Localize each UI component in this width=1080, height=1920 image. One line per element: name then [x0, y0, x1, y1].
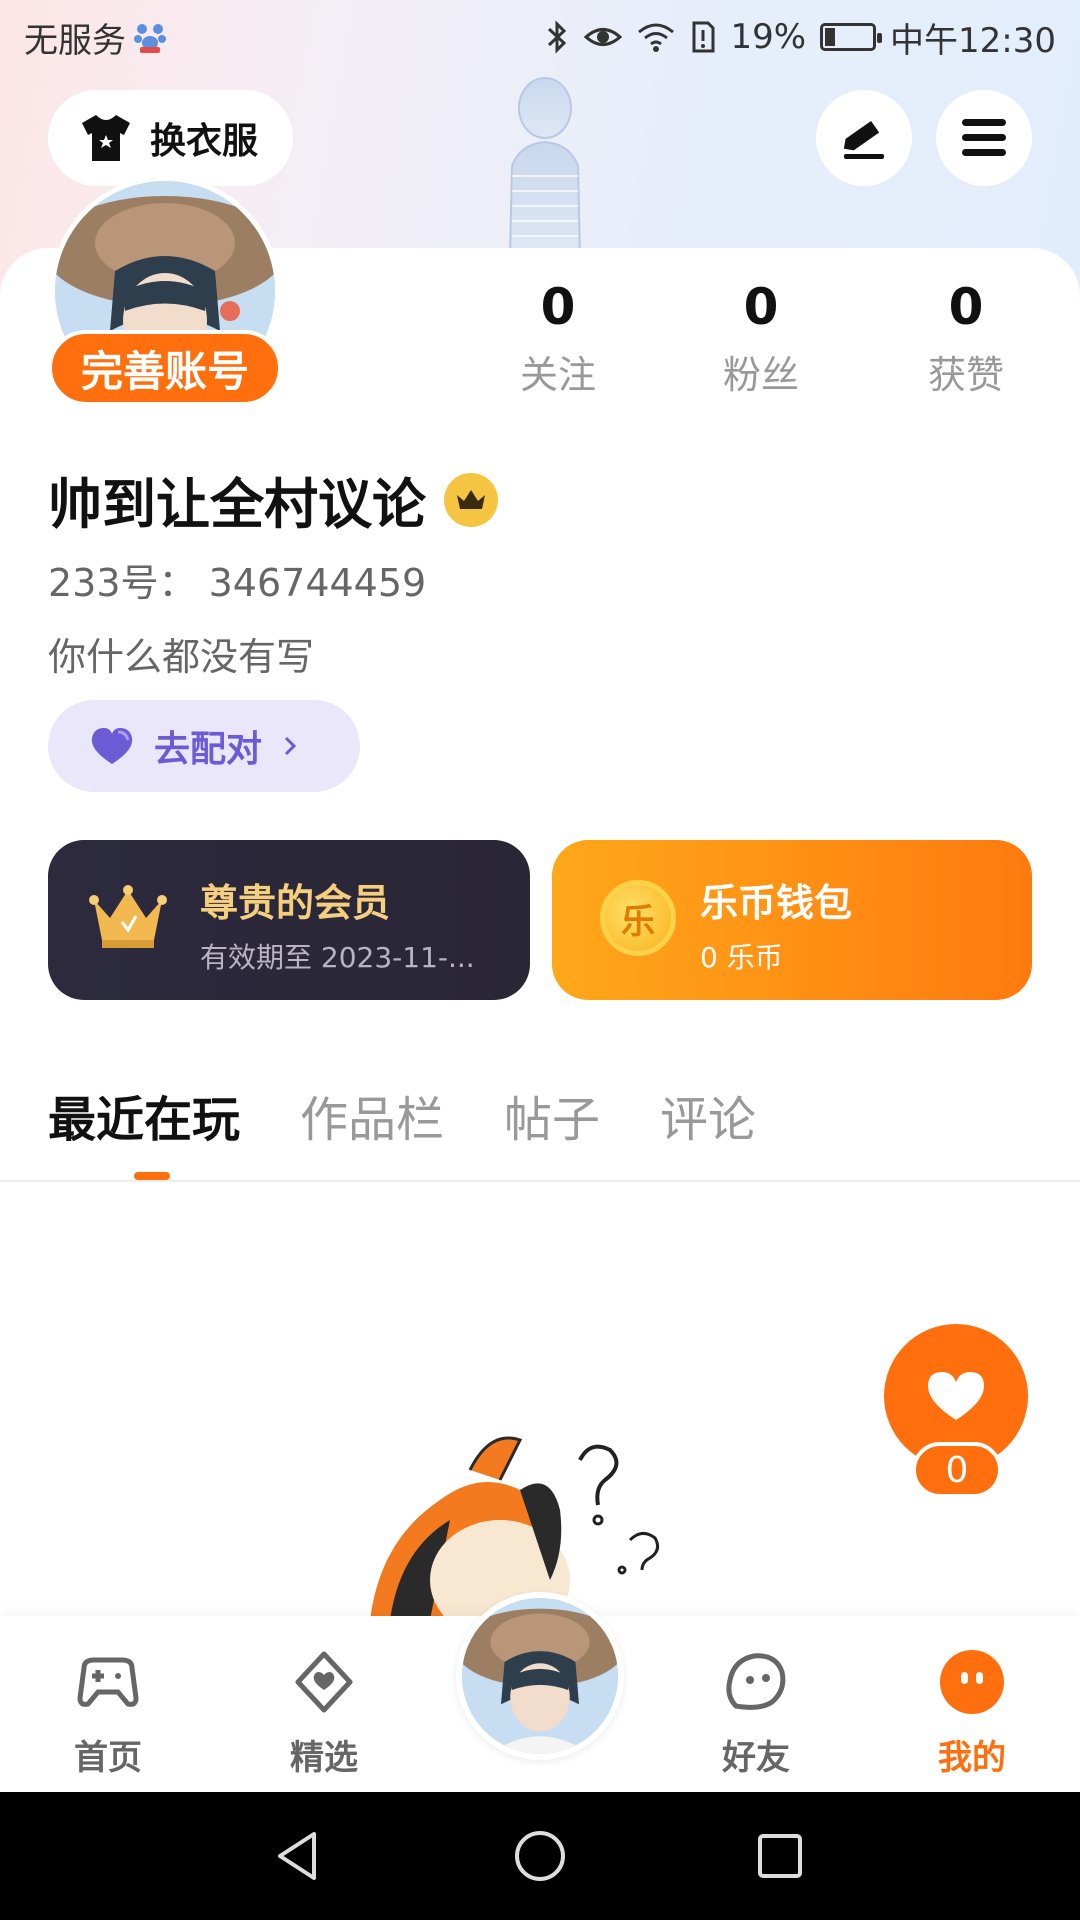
following-count: 0 — [540, 278, 576, 336]
wallet-title: 乐币钱包 — [700, 881, 853, 925]
user-id: 233号： 346744459 — [48, 561, 427, 605]
bluetooth-icon — [548, 20, 567, 54]
content-tabs: 最近在玩 作品栏 帖子 评论 — [48, 1080, 816, 1150]
friend-face-icon — [726, 1653, 786, 1710]
username: 帅到让全村议论 — [48, 473, 426, 536]
like-count-badge: 0 — [912, 1442, 1002, 1498]
stat-likes[interactable]: 0 获赞 — [896, 278, 1036, 399]
nav-home-label: 首页 — [74, 1738, 142, 1778]
wallet-balance: 0 乐币 — [700, 941, 783, 974]
home-circle-icon[interactable] — [512, 1828, 568, 1884]
nav-center-avatar[interactable] — [456, 1592, 624, 1760]
status-time: 中午12:30 — [890, 20, 1056, 61]
nav-mine[interactable]: 我的 — [912, 1646, 1032, 1779]
system-navigation-bar — [0, 1792, 1080, 1920]
mine-face-icon — [940, 1650, 1004, 1714]
fans-count: 0 — [743, 278, 779, 336]
chevron-right-icon — [284, 736, 297, 756]
fans-label: 粉丝 — [722, 353, 799, 397]
sim-alert-icon — [692, 21, 715, 53]
stat-following[interactable]: 0 关注 — [488, 278, 628, 399]
likes-count: 0 — [948, 278, 984, 336]
menu-button[interactable] — [936, 90, 1032, 186]
avatar-figure-silhouette — [508, 77, 582, 256]
vip-card[interactable]: 尊贵的会员 有效期至 2023-11-... — [48, 840, 530, 1000]
likes-label: 获赞 — [927, 353, 1004, 397]
tab-works[interactable]: 作品栏 — [300, 1080, 444, 1150]
stat-fans[interactable]: 0 粉丝 — [691, 278, 831, 399]
tab-divider — [0, 1180, 1080, 1182]
nav-friends[interactable]: 好友 — [696, 1646, 816, 1779]
user-bio: 你什么都没有写 — [48, 635, 315, 679]
tab-comments[interactable]: 评论 — [660, 1080, 756, 1150]
tshirt-icon — [82, 115, 130, 161]
back-icon[interactable] — [270, 1828, 326, 1884]
carrier-text: 无服务 — [24, 20, 126, 61]
gold-crown-icon — [89, 885, 167, 948]
recents-square-icon[interactable] — [752, 1828, 808, 1884]
battery-percent: 19% — [730, 17, 807, 57]
tab-posts[interactable]: 帖子 — [504, 1080, 600, 1150]
nav-picks[interactable]: 精选 — [264, 1646, 384, 1779]
heart-icon — [928, 1372, 984, 1420]
crown-icon[interactable] — [444, 472, 498, 527]
coin-icon: 乐 — [600, 880, 676, 956]
status-bar: 无服务 19% 中午12:30 — [0, 0, 1080, 74]
following-label: 关注 — [519, 353, 596, 397]
heart-chat-icon — [295, 1651, 353, 1713]
complete-account-button[interactable]: 完善账号 — [48, 330, 282, 406]
gamepad-icon — [77, 1657, 139, 1707]
nav-friends-label: 好友 — [722, 1738, 790, 1778]
wardrobe-label: 换衣服 — [150, 121, 259, 162]
tab-recently-played[interactable]: 最近在玩 — [48, 1080, 240, 1150]
battery-icon — [820, 23, 883, 51]
vip-title: 尊贵的会员 — [200, 881, 391, 925]
hamburger-menu-icon — [962, 119, 1006, 156]
paw-app-icon — [134, 24, 166, 53]
edit-profile-button[interactable] — [816, 90, 912, 186]
vip-expiry: 有效期至 2023-11-... — [200, 941, 475, 974]
wifi-icon — [638, 23, 675, 52]
nav-picks-label: 精选 — [290, 1738, 358, 1778]
purple-heart-icon — [91, 728, 133, 764]
center-avatar-illustration — [462, 1598, 618, 1754]
match-button[interactable]: 去配对 — [48, 700, 360, 792]
confused-mascot-illustration — [370, 1436, 660, 1620]
wallet-card[interactable]: 乐 乐币钱包 0 乐币 — [552, 840, 1032, 1000]
match-label: 去配对 — [154, 729, 263, 770]
eye-icon — [584, 28, 623, 46]
nav-home[interactable]: 首页 — [48, 1646, 168, 1779]
nav-mine-label: 我的 — [938, 1738, 1006, 1778]
active-tab-indicator — [134, 1172, 170, 1180]
username-row: 帅到让全村议论 — [48, 460, 498, 539]
wardrobe-button[interactable]: 换衣服 — [48, 90, 293, 186]
pencil-icon — [843, 120, 884, 159]
